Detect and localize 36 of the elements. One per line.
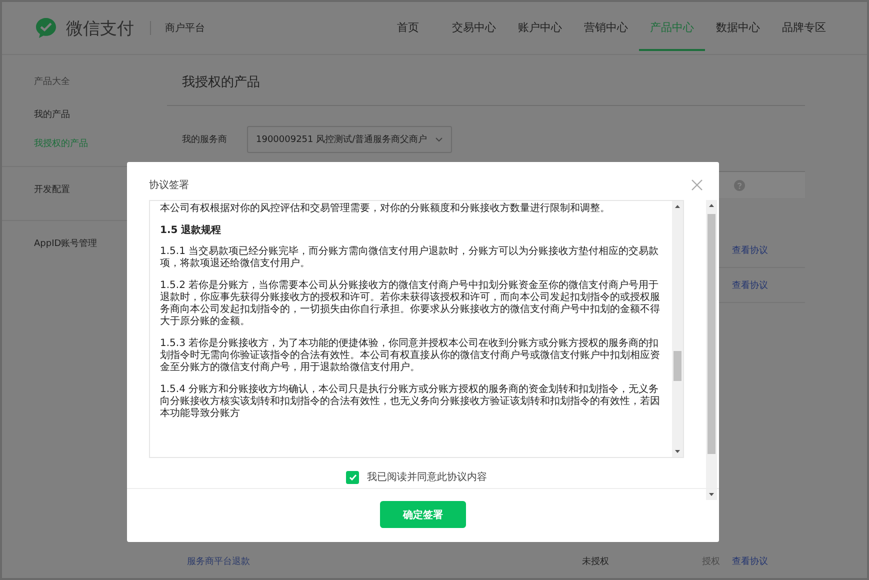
status-text: 未授权 — [582, 556, 609, 566]
dialog-scrollbar[interactable] — [706, 200, 717, 500]
nav-tab[interactable]: 账户中心 — [507, 5, 573, 51]
view-agreement-link[interactable]: 查看协议 — [732, 244, 768, 256]
section-heading: 1.5 退款规程 — [160, 225, 222, 237]
agreement-checkbox[interactable]: 我已阅读并同意此协议内容 — [149, 458, 684, 496]
agreement-text-area[interactable] — [149, 200, 684, 458]
view-agreement-link[interactable]: 查看协议 — [732, 554, 768, 568]
provider-select[interactable]: 1900009251 风控测试/普通服务商父商户 — [247, 126, 452, 153]
nav-tab[interactable]: 首页 — [375, 5, 441, 51]
nav-tab[interactable]: 品牌专区 — [771, 5, 837, 51]
sidebar-item[interactable]: 我的产品 — [2, 100, 157, 129]
field-label: 我的服务商 — [182, 134, 227, 146]
nav-tab[interactable]: 营销中心 — [573, 5, 639, 51]
help-icon[interactable] — [734, 180, 745, 190]
agreement-paragraph: 1.5.4 分账方和分账接收方均确认，本公司只是执行分账方或分账方授权的服务商的资金划转和扣划指令，无义务向分账接收方核实该划转和扣划指令的合法有效性，也无义务向分账接收方验证该划转和扣划指令的有效性，若因本功能导致分账方 — [160, 384, 661, 420]
product-name: 服务商平台退款 — [187, 556, 250, 566]
confirm-sign-button[interactable]: 确定签署 — [380, 501, 466, 528]
logo-text: 微信支付 — [66, 18, 134, 40]
logo-icon — [34, 16, 58, 40]
page-title: 我授权的产品 — [167, 55, 805, 106]
checkbox[interactable] — [346, 470, 359, 484]
portal-subtitle: 商户平台 — [150, 21, 205, 35]
caret-icon — [435, 137, 444, 142]
close-button[interactable] — [691, 179, 703, 191]
agreement-paragraph: 本公司有权根据对你的风控评估和交易管理需要，对你的分账额度和分账接收方数量进行限制和调整。 — [160, 203, 611, 215]
nav-tab[interactable]: 交易中心 — [441, 5, 507, 51]
agreement-paragraph: 1.5.3 若你是分账接收方，为了本功能的便捷体验，你同意并授权本公司在收到分账方或分账方授权的服务商的扣划指令时无需向你验证该指令的合法有效性。本公司有权直接从你的微信支付商户号或微信支付账户中扣划相应资金至分账方的微信支付商户号，用于退款给微信支付用户。 — [160, 338, 661, 374]
agreement-paragraph: 1.5.1 当交易款项已经分账完毕，而分账方需向微信支付用户退款时，分账方可以为分账接收方垫付相应的交易款项，将款项退还给微信支付用户。 — [160, 246, 660, 270]
sidebar-heading: 产品大全 — [33, 76, 71, 89]
view-agreement-link[interactable]: 查看协议 — [732, 278, 768, 292]
close-icon — [691, 179, 703, 191]
check-icon — [348, 474, 356, 480]
agreement-paragraph: 1.5.2 若你是分账方，当你需要本公司从分账接收方的微信支付商户号中扣划分账资金至你的微信支付商户号用于退款时，你应事先获得分账接收方的授权和许可。若你未获得该授权和许可，而向本公司发起扣划指令的或授权服务商向本公司发起扣划指令的，一切损失由你自行承担。你要求从分账接收方的微信支付商户号中扣划的金额不得大于原分账的金额。 — [160, 280, 661, 328]
text-scrollbar[interactable] — [672, 201, 683, 457]
nav-tab[interactable]: 数据中心 — [705, 5, 771, 51]
